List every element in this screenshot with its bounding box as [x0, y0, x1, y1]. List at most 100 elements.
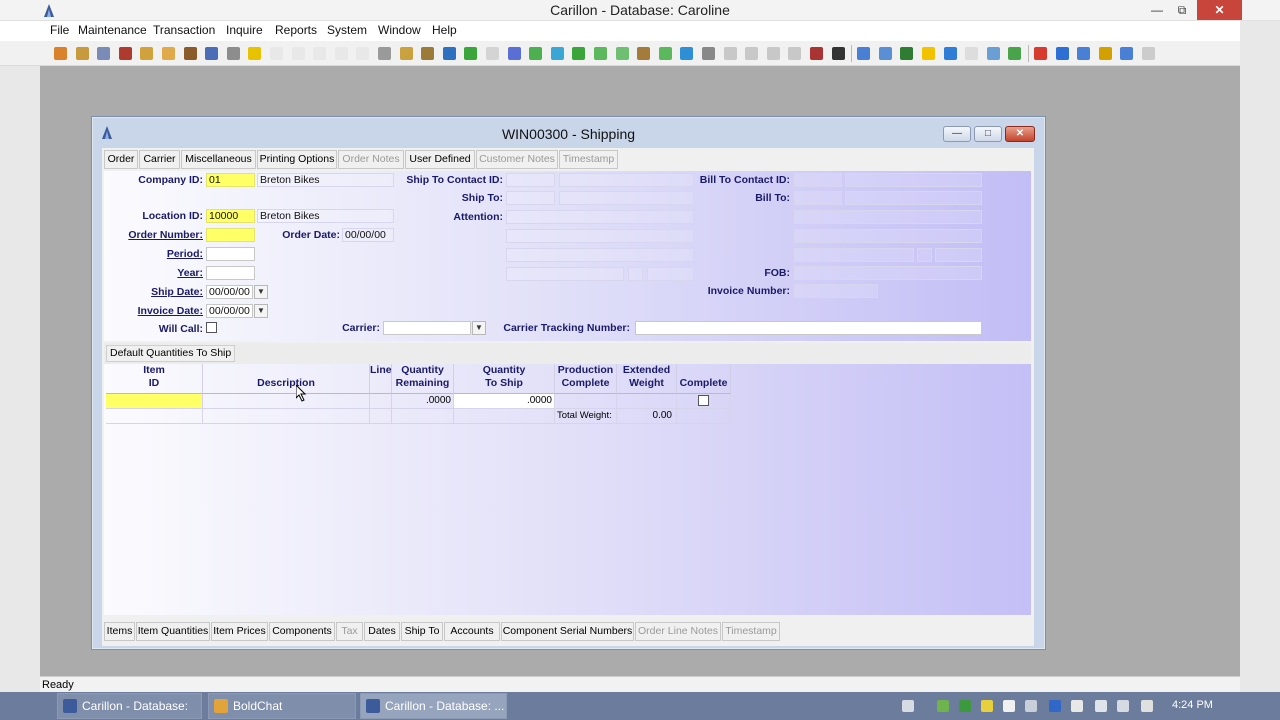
col-production-complete[interactable]: Production Complete [555, 364, 617, 394]
toolbar-button-icon[interactable] [183, 47, 197, 60]
menu-system[interactable]: System [327, 23, 367, 37]
order-number-label[interactable]: Order Number: [104, 229, 203, 241]
toolbar-button-icon[interactable] [702, 47, 715, 60]
shipping-window-titlebar[interactable]: WIN00300 - Shipping — □ ✕ [92, 117, 1045, 147]
year-label[interactable]: Year: [104, 267, 203, 279]
toolbar-button-icon[interactable] [399, 47, 413, 60]
default-quantities-button[interactable]: Default Quantities To Ship [106, 345, 236, 362]
toolbar-button-icon[interactable] [745, 47, 759, 60]
col-description[interactable]: Description [203, 364, 370, 394]
col-quantity-to-ship[interactable]: Quantity To Ship [454, 364, 555, 394]
complete-checkbox[interactable] [698, 395, 709, 406]
menu-reports[interactable]: Reports [275, 23, 317, 37]
col-item-id[interactable]: Item ID [106, 364, 203, 394]
child-close-button[interactable]: ✕ [1005, 126, 1035, 142]
tab-component-serial-numbers[interactable]: Component Serial Numbers [501, 622, 634, 641]
tab-miscellaneous[interactable]: Miscellaneous [181, 150, 256, 169]
toolbar-button-icon[interactable] [594, 47, 607, 60]
toolbar-button-icon[interactable] [334, 47, 348, 60]
ship-date-field[interactable]: 00/00/00 [206, 285, 253, 299]
tab-customer-notes[interactable]: Customer Notes [476, 150, 558, 169]
ship-date-label[interactable]: Ship Date: [104, 286, 203, 298]
toolbar-button-icon[interactable] [486, 47, 499, 60]
toolbar-button-icon[interactable] [658, 47, 672, 60]
tab-order[interactable]: Order [104, 150, 138, 169]
toolbar-button-icon[interactable] [507, 47, 521, 60]
toolbar-button-icon[interactable] [788, 47, 802, 60]
tab-order-line-notes[interactable]: Order Line Notes [635, 622, 721, 641]
tab-dates[interactable]: Dates [364, 622, 400, 641]
cell-quantity-to-ship[interactable]: .0000 [454, 394, 555, 409]
tray-app-icon[interactable] [1025, 700, 1037, 712]
menu-file[interactable]: File [50, 23, 69, 37]
toolbar-button-icon[interactable] [615, 47, 629, 60]
tab-item-quantities[interactable]: Item Quantities [136, 622, 210, 641]
carrier-select[interactable] [383, 321, 471, 335]
ship-date-dropdown-icon[interactable]: ▼ [254, 285, 268, 299]
toolbar-button-icon[interactable] [442, 47, 456, 60]
taskbar-item-boldchat[interactable]: BoldChat [208, 693, 356, 719]
toolbar-button-icon[interactable] [1077, 47, 1091, 60]
keyboard-icon[interactable] [902, 700, 914, 712]
tab-item-prices[interactable]: Item Prices [211, 622, 268, 641]
order-number-field[interactable] [206, 228, 255, 242]
toolbar-button-icon[interactable] [986, 47, 1000, 60]
minimize-button[interactable]: — [1143, 0, 1171, 20]
taskbar-item-carillon-1[interactable]: Carillon - Database: ... [57, 693, 202, 719]
tab-carrier[interactable]: Carrier [139, 150, 180, 169]
col-extended-weight[interactable]: Extended Weight [617, 364, 677, 394]
tray-app-icon[interactable] [937, 700, 949, 712]
toolbar-button-icon[interactable] [1034, 47, 1047, 60]
menu-maintenance[interactable]: Maintenance [78, 23, 147, 37]
toolbar-button-icon[interactable] [118, 47, 132, 60]
menu-help[interactable]: Help [432, 23, 457, 37]
tab-items[interactable]: Items [104, 622, 135, 641]
tab-order-notes[interactable]: Order Notes [338, 150, 404, 169]
invoice-date-field[interactable]: 00/00/00 [206, 304, 253, 318]
volume-icon[interactable] [1141, 700, 1153, 712]
tray-app-icon[interactable] [981, 700, 993, 712]
toolbar-button-icon[interactable] [1142, 47, 1155, 60]
child-restore-button[interactable]: □ [974, 126, 1002, 142]
toolbar-button-icon[interactable] [226, 47, 240, 60]
toolbar-button-icon[interactable] [810, 47, 823, 60]
clock[interactable]: 4:24 PM [1172, 699, 1213, 711]
tab-user-defined[interactable]: User Defined [405, 150, 475, 169]
toolbar-button-icon[interactable] [529, 47, 543, 60]
toolbar-button-icon[interactable] [1008, 47, 1022, 60]
invoice-date-dropdown-icon[interactable]: ▼ [254, 304, 268, 318]
toolbar-button-icon[interactable] [1098, 47, 1112, 60]
tab-ship-to[interactable]: Ship To [401, 622, 443, 641]
toolbar-button-icon[interactable] [831, 47, 845, 60]
taskbar-item-carillon-2[interactable]: Carillon - Database: ... [360, 693, 507, 719]
restore-button[interactable]: ⧉ [1168, 0, 1196, 20]
toolbar-button-icon[interactable] [878, 47, 892, 60]
tab-line-timestamp[interactable]: Timestamp [722, 622, 780, 641]
toolbar-button-icon[interactable] [140, 47, 154, 60]
location-id-field[interactable]: 10000 [206, 209, 255, 223]
toolbar-button-icon[interactable] [162, 47, 175, 60]
toolbar-button-icon[interactable] [943, 47, 957, 60]
tab-components[interactable]: Components [269, 622, 335, 641]
menu-window[interactable]: Window [378, 23, 421, 37]
period-field[interactable] [206, 247, 255, 261]
toolbar-button-icon[interactable] [97, 47, 111, 60]
bluetooth-icon[interactable] [1049, 700, 1061, 712]
toolbar-button-icon[interactable] [205, 47, 219, 60]
toolbar-button-icon[interactable] [922, 47, 935, 60]
toolbar-button-icon[interactable] [1055, 47, 1069, 60]
tab-tax[interactable]: Tax [336, 622, 363, 641]
toolbar-button-icon[interactable] [1120, 47, 1134, 60]
carrier-tracking-field[interactable] [635, 321, 982, 335]
cell-item-id[interactable] [106, 394, 203, 409]
year-field[interactable] [206, 266, 255, 280]
toolbar-button-icon[interactable] [291, 47, 305, 60]
display-icon[interactable] [1117, 700, 1129, 712]
col-line[interactable]: Line [370, 364, 392, 394]
toolbar-button-icon[interactable] [680, 47, 694, 60]
tab-printing-options[interactable]: Printing Options [257, 150, 337, 169]
toolbar-button-icon[interactable] [900, 47, 914, 60]
toolbar-button-icon[interactable] [421, 47, 435, 60]
toolbar-button-icon[interactable] [378, 47, 391, 60]
tray-app-icon[interactable] [1003, 700, 1015, 712]
